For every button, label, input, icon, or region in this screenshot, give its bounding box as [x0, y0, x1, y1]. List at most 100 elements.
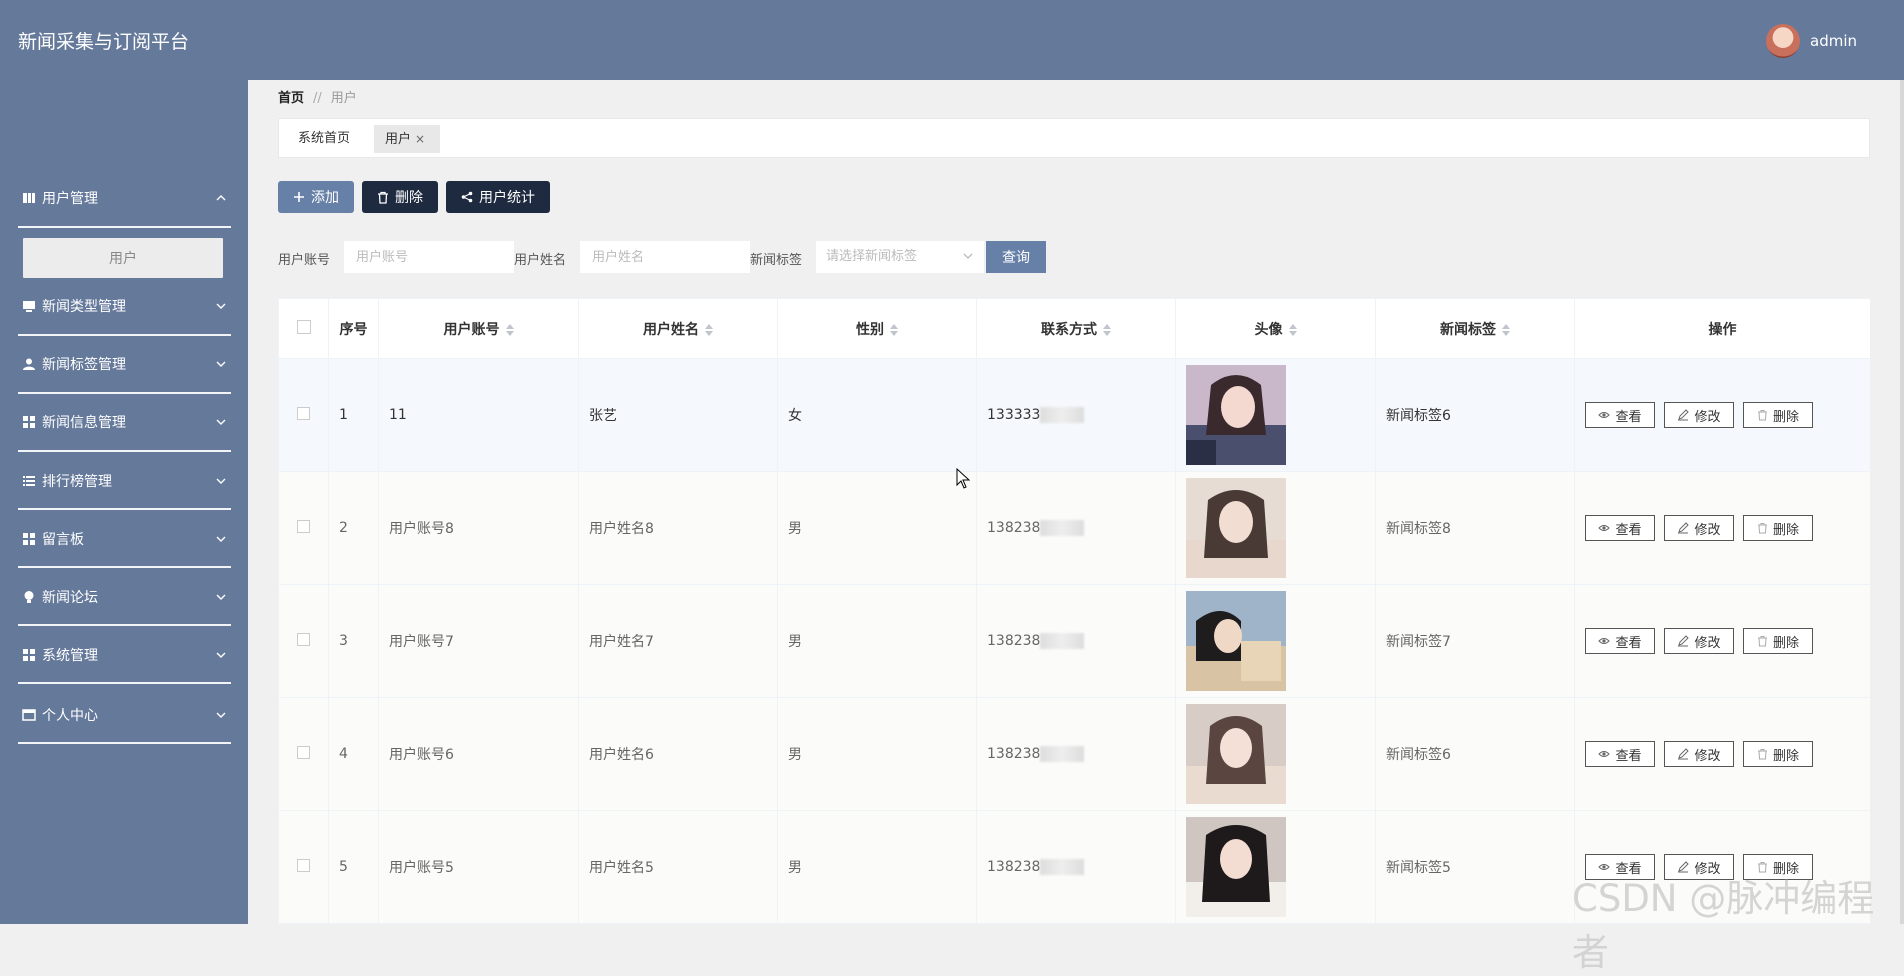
sidebar-item-label: 排行榜管理	[42, 474, 112, 490]
view-button[interactable]: 查看	[1585, 515, 1655, 541]
tag-select[interactable]: 请选择新闻标签	[816, 241, 984, 273]
chevron-down-icon	[216, 536, 226, 542]
cell-ops: 查看 修改 删除	[1574, 471, 1870, 585]
table-row: 4 用户账号6 用户姓名6 男 138238 新闻标签6 查看 修改 删除	[278, 697, 1870, 811]
table-row: 1 11 张艺 女 133333 新闻标签6 查看 修改 删除	[278, 358, 1870, 472]
row-select[interactable]	[278, 584, 329, 698]
delete-row-button[interactable]: 删除	[1743, 741, 1813, 767]
cell-avatar	[1175, 584, 1376, 698]
mouse-cursor-icon	[956, 468, 970, 489]
header-name[interactable]: 用户姓名	[578, 298, 778, 359]
sidebar-item-news-tag[interactable]: 新闻标签管理	[0, 345, 248, 383]
avatar-photo[interactable]	[1186, 817, 1286, 917]
person-icon	[22, 357, 36, 371]
sidebar-item-personal-center[interactable]: 个人中心	[0, 696, 248, 734]
account-search-input[interactable]	[344, 241, 514, 273]
sidebar-item-news-forum[interactable]: 新闻论坛	[0, 578, 248, 616]
user-menu[interactable]: admin	[1766, 24, 1857, 58]
sort-icon[interactable]	[1288, 323, 1297, 336]
cell-avatar	[1175, 810, 1376, 924]
account-label: 用户账号	[278, 253, 331, 268]
table-header-row: 序号 用户账号 用户姓名 性别 联系方式 头像 新闻标签 操作	[278, 298, 1870, 359]
add-button-label: 添加	[311, 190, 339, 206]
sort-icon[interactable]	[505, 323, 514, 336]
page-scrollbar[interactable]	[1900, 80, 1904, 924]
view-button-label: 查看	[1615, 635, 1642, 651]
breadcrumb-home[interactable]: 首页	[278, 91, 304, 106]
submenu-item-user[interactable]: 用户	[23, 238, 223, 278]
delete-row-button[interactable]: 删除	[1743, 628, 1813, 654]
avatar-photo[interactable]	[1186, 478, 1286, 578]
row-select[interactable]	[278, 697, 329, 811]
sort-icon[interactable]	[1502, 323, 1510, 336]
sidebar-item-news-info[interactable]: 新闻信息管理	[0, 403, 248, 441]
header-tag[interactable]: 新闻标签	[1375, 298, 1575, 359]
sort-icon[interactable]	[705, 323, 713, 336]
book-icon	[22, 191, 36, 205]
checkbox[interactable]	[297, 519, 310, 533]
header-select-all[interactable]	[278, 298, 329, 359]
avatar-photo[interactable]	[1186, 704, 1286, 804]
cell-phone: 138238	[976, 810, 1176, 924]
close-icon[interactable]: ×	[415, 132, 425, 146]
name-search-input[interactable]	[580, 241, 750, 273]
edit-button[interactable]: 修改	[1664, 515, 1734, 541]
delete-button[interactable]: 删除	[362, 181, 438, 213]
tab-user[interactable]: 用户 ×	[374, 125, 440, 153]
sort-icon[interactable]	[890, 323, 898, 336]
sidebar-item-message-board[interactable]: 留言板	[0, 520, 248, 558]
view-button[interactable]: 查看	[1585, 402, 1655, 428]
add-button[interactable]: 添加	[278, 181, 354, 213]
cell-account: 用户账号7	[378, 584, 579, 698]
edit-button-label: 修改	[1694, 409, 1721, 425]
header-avatar[interactable]: 头像	[1175, 298, 1376, 359]
cell-phone: 138238	[976, 697, 1176, 811]
trash-icon	[1757, 635, 1768, 647]
chevron-down-icon	[216, 712, 226, 718]
edit-button[interactable]: 修改	[1664, 402, 1734, 428]
sidebar-item-user-management[interactable]: 用户管理	[0, 179, 248, 217]
cell-index: 2	[328, 471, 379, 585]
phone-redaction	[1040, 633, 1085, 649]
user-avatar[interactable]	[1766, 24, 1800, 58]
query-button[interactable]: 查询	[986, 241, 1046, 273]
header-gender[interactable]: 性别	[777, 298, 977, 359]
checkbox[interactable]	[296, 319, 311, 334]
sidebar-item-news-type[interactable]: 新闻类型管理	[0, 287, 248, 325]
sort-icon[interactable]	[1103, 323, 1111, 336]
view-button[interactable]: 查看	[1585, 628, 1655, 654]
cell-tag: 新闻标签5	[1375, 810, 1575, 924]
delete-row-button[interactable]: 删除	[1743, 515, 1813, 541]
edit-button-label: 修改	[1694, 748, 1721, 764]
header-gender-label: 性别	[856, 321, 884, 338]
row-select[interactable]	[278, 358, 329, 472]
view-button[interactable]: 查看	[1585, 741, 1655, 767]
menu-divider	[18, 742, 231, 744]
checkbox[interactable]	[297, 858, 310, 872]
header-phone[interactable]: 联系方式	[976, 298, 1176, 359]
grid-icon	[22, 415, 36, 429]
sidebar-item-system[interactable]: 系统管理	[0, 636, 248, 674]
trash-icon	[377, 191, 389, 204]
row-select[interactable]	[278, 810, 329, 924]
sidebar-item-ranking[interactable]: 排行榜管理	[0, 462, 248, 500]
avatar-photo[interactable]	[1186, 591, 1286, 691]
delete-button-label: 删除	[395, 190, 423, 206]
header-account[interactable]: 用户账号	[378, 298, 579, 359]
tab-system-home[interactable]: 系统首页	[298, 125, 350, 153]
user-stats-button[interactable]: 用户统计	[446, 181, 550, 213]
checkbox[interactable]	[297, 632, 310, 646]
username[interactable]: admin	[1810, 32, 1857, 50]
phone-text: 138238	[987, 746, 1041, 762]
header-ops: 操作	[1574, 298, 1870, 359]
cell-name: 用户姓名7	[578, 584, 778, 698]
edit-button[interactable]: 修改	[1664, 741, 1734, 767]
delete-row-button[interactable]: 删除	[1743, 402, 1813, 428]
checkbox[interactable]	[297, 406, 310, 420]
checkbox[interactable]	[297, 745, 310, 759]
sidebar-item-label: 新闻类型管理	[42, 299, 126, 315]
pencil-icon	[1677, 748, 1690, 760]
avatar-photo[interactable]	[1186, 365, 1286, 465]
edit-button[interactable]: 修改	[1664, 628, 1734, 654]
row-select[interactable]	[278, 471, 329, 585]
